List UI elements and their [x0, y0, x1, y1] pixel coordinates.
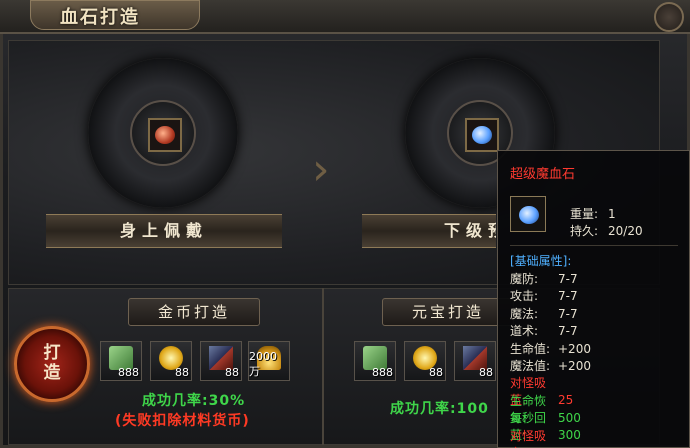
red-bloodstone-icon	[155, 126, 175, 144]
stat-label: 魔法:	[510, 306, 539, 321]
stat-value: 7-7	[558, 306, 578, 321]
yuanbao-forge-title: 元宝打造	[382, 298, 514, 326]
stat-value: +200	[558, 359, 591, 373]
gold-success-rate: 成功几率:30%	[142, 393, 246, 409]
weight-label: 重量:	[570, 207, 599, 221]
stat-value: 7-7	[558, 289, 578, 304]
gold-failure-note: (失败扣除材料货币)	[115, 413, 250, 429]
material-count: 88	[225, 366, 239, 379]
gold-forge-button[interactable]: 打 造	[14, 326, 90, 402]
material-count: 2000万	[249, 350, 277, 378]
tooltip-stat-row: 生命值: +200	[510, 340, 591, 357]
tooltip-stat-row: 攻击: 7-7	[510, 287, 578, 304]
material-count: 888	[118, 366, 139, 379]
yuanbao-material-scroll[interactable]: 888	[354, 341, 396, 381]
durability-label: 持久:	[570, 224, 599, 238]
material-count: 88	[175, 366, 189, 379]
stat-label: 攻击:	[510, 289, 539, 304]
weight-value: 1	[608, 207, 616, 221]
stat-label: 对怪吸血:	[510, 428, 547, 448]
gold-material-book[interactable]: 88	[200, 341, 242, 381]
tooltip-stat-row: 魔法: 7-7	[510, 305, 578, 322]
stat-value: 7-7	[558, 324, 578, 339]
stat-label: 道术:	[510, 324, 539, 339]
tooltip-durability: 持久: 20/20	[570, 222, 643, 239]
stat-label: 魔法值:	[510, 359, 551, 373]
close-button[interactable]	[654, 2, 684, 32]
tooltip-stat-row: 道术: 7-7	[510, 322, 578, 339]
stat-label: 生命值:	[510, 341, 551, 356]
item-tooltip: 超级魔血石 重量: 1 持久: 20/20 [基础属性]: 魔防: 7-7 攻击: 7-7…	[497, 150, 690, 448]
material-count: 88	[479, 366, 493, 379]
tooltip-stat-row: 魔法值: +200	[510, 357, 591, 374]
tooltip-item-slot	[510, 196, 546, 232]
gold-material-coins[interactable]: 2000万	[248, 341, 290, 381]
preview-label: 下级预览	[362, 214, 496, 248]
panel-divider	[322, 288, 324, 445]
chevron-right-icon: ›	[312, 144, 330, 195]
worn-ring-inner	[130, 100, 196, 166]
tooltip-stat-row: 对怪吸血:50	[510, 427, 573, 448]
durability-value: 20/20	[608, 224, 643, 238]
gold-material-scroll[interactable]: 888	[100, 341, 142, 381]
gold-forge-button-label: 打 造	[43, 343, 61, 383]
yuanbao-success-rate: 成功几率:100	[390, 401, 489, 417]
stat-value: 7-7	[558, 272, 578, 286]
tooltip-section-title: [基础属性]:	[510, 254, 572, 268]
material-count: 888	[372, 366, 393, 379]
tooltip-stat-row: 魔防: 7-7	[510, 270, 578, 287]
yuanbao-material-star[interactable]: 88	[404, 341, 446, 381]
stat-label: 魔防:	[510, 272, 539, 286]
gold-forge-title: 金币打造	[128, 298, 260, 326]
worn-item-slot[interactable]	[148, 118, 182, 152]
tooltip-divider	[510, 245, 678, 246]
tooltip-weight: 重量: 1	[570, 205, 616, 222]
window-title: 血石打造	[60, 7, 140, 28]
blue-bloodstone-icon	[472, 126, 492, 144]
worn-label: 身上佩戴	[46, 214, 282, 248]
preview-item-slot[interactable]	[465, 118, 499, 152]
blue-bloodstone-icon	[519, 206, 539, 224]
tooltip-item-name: 超级魔血石	[510, 167, 576, 182]
worn-ring	[88, 58, 238, 208]
gold-material-star[interactable]: 88	[150, 341, 192, 381]
stat-value: +200	[558, 341, 591, 356]
material-count: 88	[429, 366, 443, 379]
yuanbao-material-book[interactable]: 88	[454, 341, 496, 381]
